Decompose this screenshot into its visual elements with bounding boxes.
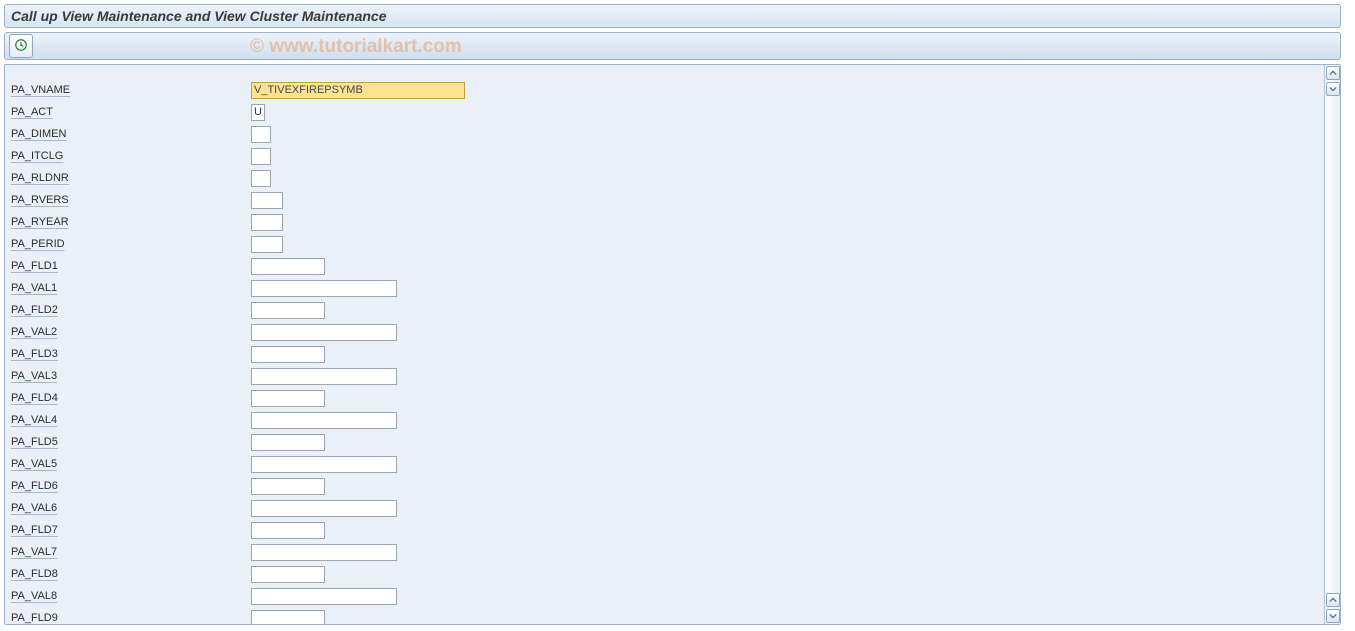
pa-itclg-label: PA_ITCLG [5,150,251,162]
form-row: PA_VAL4 [5,409,1324,431]
form-row: PA_PERID [5,233,1324,255]
pa-fld8-label: PA_FLD8 [5,568,251,580]
form-row: PA_ITCLG [5,145,1324,167]
form-region: PA_VNAME PA_ACT PA_DIMEN PA_ITCLG PA_RLDNR PA… [4,64,1341,625]
form-row: PA_FLD8 [5,563,1324,585]
pa-fld4-input[interactable] [251,390,325,407]
pa-val5-label: PA_VAL5 [5,458,251,470]
chevron-down-icon [1329,82,1337,96]
pa-dimen-label: PA_DIMEN [5,128,251,140]
pa-fld6-label: PA_FLD6 [5,480,251,492]
pa-fld5-label: PA_FLD5 [5,436,251,448]
form-row: PA_FLD2 [5,299,1324,321]
toolbar [4,32,1341,60]
pa-val1-input[interactable] [251,280,397,297]
page-title: Call up View Maintenance and View Cluste… [11,8,387,24]
pa-val4-label: PA_VAL4 [5,414,251,426]
form-row: PA_ACT [5,101,1324,123]
pa-fld1-label: PA_FLD1 [5,260,251,272]
form-row: PA_RYEAR [5,211,1324,233]
form-row: PA_RVERS [5,189,1324,211]
scrollbar-track[interactable] [1325,97,1340,592]
execute-button[interactable] [9,34,33,58]
pa-val7-label: PA_VAL7 [5,546,251,558]
pa-rldnr-label: PA_RLDNR [5,172,251,184]
pa-fld7-input[interactable] [251,522,325,539]
form-row: PA_VAL1 [5,277,1324,299]
pa-val3-label: PA_VAL3 [5,370,251,382]
pa-val2-label: PA_VAL2 [5,326,251,338]
app-root: Call up View Maintenance and View Cluste… [0,0,1355,631]
execute-clock-icon [14,38,28,55]
title-bar: Call up View Maintenance and View Cluste… [4,4,1341,28]
pa-vname-input[interactable] [251,82,465,99]
form-row: PA_VAL7 [5,541,1324,563]
pa-fld6-input[interactable] [251,478,325,495]
pa-itclg-input[interactable] [251,148,271,165]
pa-ryear-label: PA_RYEAR [5,216,251,228]
pa-vname-label: PA_VNAME [5,84,251,96]
pa-rvers-input[interactable] [251,192,283,209]
chevron-up-icon [1329,593,1337,607]
pa-act-input[interactable] [251,104,265,121]
chevron-down-icon [1329,609,1337,623]
form-row: PA_VAL8 [5,585,1324,607]
pa-fld3-label: PA_FLD3 [5,348,251,360]
pa-fld9-label: PA_FLD9 [5,612,251,624]
pa-perid-input[interactable] [251,236,283,253]
pa-val4-input[interactable] [251,412,397,429]
form-row: PA_RLDNR [5,167,1324,189]
pa-fld5-input[interactable] [251,434,325,451]
form-scroll-area: PA_VNAME PA_ACT PA_DIMEN PA_ITCLG PA_RLDNR PA… [5,65,1324,624]
form-row: PA_FLD3 [5,343,1324,365]
scroll-step-down-top-button[interactable] [1326,82,1340,96]
form-row: PA_FLD9 [5,607,1324,625]
form-row: PA_FLD1 [5,255,1324,277]
pa-fld2-label: PA_FLD2 [5,304,251,316]
pa-fld9-input[interactable] [251,610,325,626]
pa-val8-input[interactable] [251,588,397,605]
form-row: PA_VNAME [5,79,1324,101]
scroll-step-up-bottom-button[interactable] [1326,593,1340,607]
scroll-up-button[interactable] [1326,66,1340,80]
pa-val5-input[interactable] [251,456,397,473]
pa-val6-input[interactable] [251,500,397,517]
scroll-down-button[interactable] [1326,609,1340,623]
pa-fld8-input[interactable] [251,566,325,583]
form-row: PA_VAL3 [5,365,1324,387]
form-row: PA_VAL5 [5,453,1324,475]
pa-dimen-input[interactable] [251,126,271,143]
pa-fld1-input[interactable] [251,258,325,275]
pa-val1-label: PA_VAL1 [5,282,251,294]
pa-act-label: PA_ACT [5,106,251,118]
pa-perid-label: PA_PERID [5,238,251,250]
form-row: PA_DIMEN [5,123,1324,145]
form-row: PA_FLD7 [5,519,1324,541]
pa-fld4-label: PA_FLD4 [5,392,251,404]
form-row: PA_FLD4 [5,387,1324,409]
vertical-scrollbar[interactable] [1324,65,1340,624]
pa-val2-input[interactable] [251,324,397,341]
form-row: PA_FLD6 [5,475,1324,497]
pa-val8-label: PA_VAL8 [5,590,251,602]
pa-fld3-input[interactable] [251,346,325,363]
pa-val6-label: PA_VAL6 [5,502,251,514]
form-row: PA_FLD5 [5,431,1324,453]
pa-rvers-label: PA_RVERS [5,194,251,206]
pa-val3-input[interactable] [251,368,397,385]
pa-fld2-input[interactable] [251,302,325,319]
form-row: PA_VAL2 [5,321,1324,343]
pa-ryear-input[interactable] [251,214,283,231]
pa-val7-input[interactable] [251,544,397,561]
chevron-up-icon [1329,66,1337,80]
pa-fld7-label: PA_FLD7 [5,524,251,536]
form-row: PA_VAL6 [5,497,1324,519]
pa-rldnr-input[interactable] [251,170,271,187]
